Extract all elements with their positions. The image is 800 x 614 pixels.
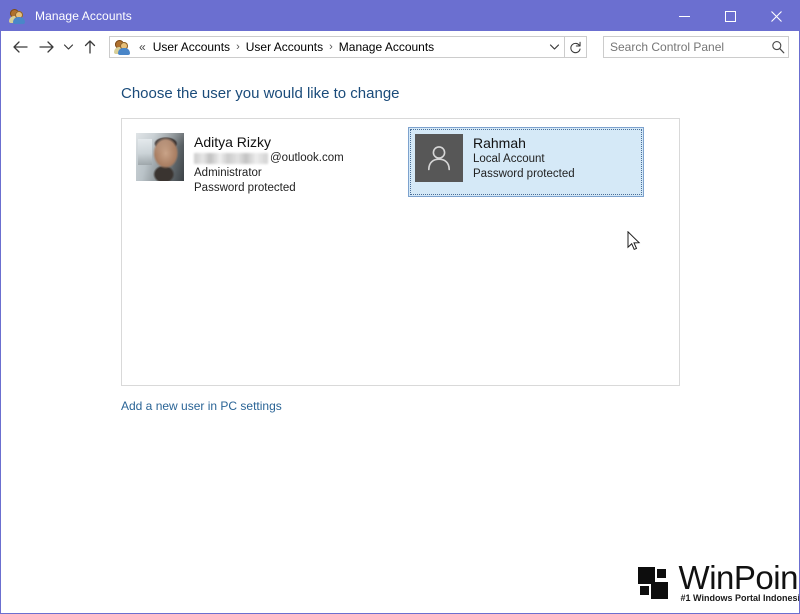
close-button[interactable]: [753, 1, 799, 31]
account-details: Aditya Rizky @outlook.com Administrator …: [194, 133, 344, 196]
search-input[interactable]: [604, 39, 767, 55]
account-type: Local Account: [473, 153, 545, 165]
address-bar[interactable]: « User Accounts › User Accounts › Manage…: [109, 36, 565, 58]
search-box[interactable]: [603, 36, 789, 58]
search-icon[interactable]: [767, 37, 789, 57]
person-icon: [428, 146, 450, 171]
account-avatar-generic-person-icon: [415, 134, 463, 182]
minimize-button[interactable]: [661, 1, 707, 31]
watermark-tagline: #1 Windows Portal Indonesia: [680, 593, 800, 603]
account-card-aditya-rizky[interactable]: Aditya Rizky @outlook.com Administrator …: [130, 127, 396, 197]
minimize-icon: [678, 15, 690, 17]
account-name: Aditya Rizky: [194, 134, 272, 150]
back-button[interactable]: [7, 34, 33, 60]
close-icon: [770, 10, 782, 22]
user-accounts-icon: [9, 8, 26, 24]
winpoin-text: WinPoin #1 Windows Portal Indonesia: [678, 561, 800, 603]
winpoin-logo-icon: [636, 565, 676, 605]
account-name: Rahmah: [473, 135, 526, 151]
chevron-down-icon: [549, 44, 559, 50]
account-type: Administrator: [194, 167, 262, 179]
add-new-user-link[interactable]: Add a new user in PC settings: [121, 399, 282, 413]
breadcrumb-item-1[interactable]: User Accounts: [243, 39, 326, 55]
forward-button[interactable]: [33, 34, 59, 60]
breadcrumb-separator[interactable]: ›: [329, 41, 333, 53]
up-level-button[interactable]: [77, 34, 103, 60]
account-email: @outlook.com: [194, 151, 344, 166]
winpoin-watermark: WinPoin #1 Windows Portal Indonesia: [636, 561, 800, 605]
breadcrumb-overflow-icon[interactable]: «: [139, 40, 146, 54]
watermark-title: WinPoin: [678, 561, 799, 596]
chevron-down-icon: [63, 44, 73, 50]
magnifier-icon: [772, 41, 785, 54]
account-details: Rahmah Local Account Password protected: [473, 134, 575, 182]
breadcrumb-separator[interactable]: ›: [236, 41, 240, 53]
page-title: Choose the user you would like to change: [121, 85, 400, 102]
refresh-icon: [570, 41, 581, 53]
arrow-right-icon: [38, 41, 54, 53]
address-dropdown-button[interactable]: [544, 37, 564, 57]
user-accounts-icon: [114, 39, 131, 55]
account-password-status: Password protected: [194, 182, 296, 194]
arrow-left-icon: [12, 41, 28, 53]
title-bar: Manage Accounts: [1, 1, 799, 31]
account-password-status: Password protected: [473, 168, 575, 180]
arrow-up-icon: [84, 40, 96, 54]
refresh-button[interactable]: [565, 36, 587, 58]
account-avatar-photo: [136, 133, 184, 181]
account-card-rahmah[interactable]: Rahmah Local Account Password protected: [408, 127, 644, 197]
manage-accounts-window: Manage Accounts « User Accounts › User A…: [0, 0, 800, 614]
window-title: Manage Accounts: [35, 9, 132, 23]
redacted-email-prefix: [194, 153, 268, 164]
breadcrumb-item-2[interactable]: Manage Accounts: [336, 39, 437, 55]
accounts-list-panel: Aditya Rizky @outlook.com Administrator …: [121, 118, 680, 386]
breadcrumb-item-0[interactable]: User Accounts: [150, 39, 233, 55]
maximize-icon: [724, 10, 736, 22]
content-area: Choose the user you would like to change…: [1, 63, 799, 613]
navigation-bar: « User Accounts › User Accounts › Manage…: [1, 31, 799, 63]
recent-locations-button[interactable]: [59, 34, 77, 60]
account-email-domain: @outlook.com: [270, 152, 344, 164]
window-controls: [661, 1, 799, 31]
maximize-button[interactable]: [707, 1, 753, 31]
